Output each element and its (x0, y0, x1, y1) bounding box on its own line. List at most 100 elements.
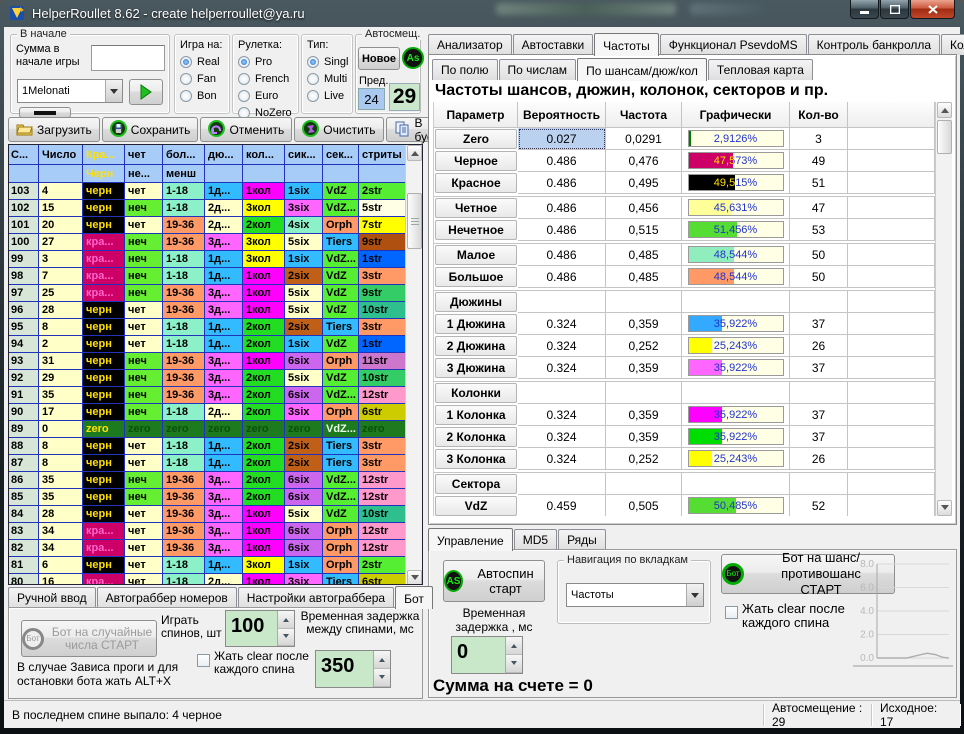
spins-header-cell[interactable]: сик... (285, 145, 323, 165)
spin-cell[interactable]: 3six (285, 200, 323, 217)
spin-cell[interactable]: 3кол (243, 234, 285, 251)
spin-cell[interactable]: 2кол (243, 217, 285, 234)
spin-cell[interactable]: кра... (83, 574, 125, 585)
spin-cell[interactable]: VdZ (323, 302, 359, 319)
freq-count-cell[interactable]: 26 (790, 448, 848, 470)
spin-cell[interactable]: кра... (83, 523, 125, 540)
spin-cell[interactable]: 2six (285, 455, 323, 472)
spin-cell[interactable]: zero (163, 421, 205, 438)
spin-cell[interactable]: 19-36 (163, 370, 205, 387)
spin-cell[interactable]: чет (125, 574, 163, 585)
radio-option-real[interactable]: Real (180, 56, 229, 68)
freq-probability-cell[interactable]: 0.324 (518, 448, 606, 470)
spin-cell[interactable]: 5str (359, 200, 407, 217)
spin-cell[interactable]: 19-36 (163, 302, 205, 319)
spin-cell[interactable]: чет (125, 506, 163, 523)
spin-cell[interactable]: неч (125, 472, 163, 489)
radio-icon[interactable] (238, 90, 250, 102)
radio-icon[interactable] (307, 56, 319, 68)
spin-cell[interactable]: 5six (285, 506, 323, 523)
freq-count-cell[interactable]: 51 (790, 172, 848, 194)
spin-cell[interactable]: черн (83, 438, 125, 455)
spin-cell[interactable]: 1six (285, 251, 323, 268)
spin-cell[interactable]: 27 (39, 234, 83, 251)
spin-cell[interactable]: 28 (39, 506, 83, 523)
spin-cell[interactable]: 10str (359, 370, 407, 387)
spin-cell[interactable]: 5six (285, 285, 323, 302)
spin-cell[interactable]: 1кол (243, 574, 285, 585)
delay-stepper[interactable]: 0 (451, 636, 523, 674)
spin-cell[interactable]: 1кол (243, 183, 285, 200)
spin-cell[interactable]: 3д... (205, 285, 243, 302)
spin-cell[interactable]: 19-36 (163, 472, 205, 489)
spin-cell[interactable]: 2кол (243, 404, 285, 421)
spin-cell[interactable]: 91 (9, 387, 39, 404)
play-button[interactable] (129, 79, 163, 105)
spin-cell[interactable]: VdZ (323, 370, 359, 387)
spin-delay-stepper[interactable]: 350 (315, 650, 391, 688)
spins-header-cell[interactable]: Кра... (83, 145, 125, 165)
freq-frequency-cell[interactable]: 0,495 (606, 172, 682, 194)
freq-probability-cell[interactable]: 0.324 (518, 313, 606, 335)
freq-frequency-cell[interactable]: 0,359 (606, 313, 682, 335)
spin-cell[interactable]: 3д... (205, 234, 243, 251)
freq-frequency-cell[interactable]: 0,359 (606, 357, 682, 379)
spin-cell[interactable]: zero (285, 421, 323, 438)
stepper-down-icon[interactable] (374, 669, 390, 687)
spin-cell[interactable]: 3д... (205, 472, 243, 489)
spins-count-stepper[interactable]: 100 (225, 610, 295, 647)
spin-cell[interactable]: 92 (9, 370, 39, 387)
spin-cell[interactable]: черн (83, 489, 125, 506)
spin-cell[interactable]: VdZ (323, 285, 359, 302)
spin-cell[interactable]: 19-36 (163, 353, 205, 370)
bottom-left-tab-3[interactable]: Настройки автограббера (238, 587, 394, 608)
control-tab-2[interactable]: MD5 (514, 529, 557, 550)
spins-header-cell[interactable]: стриты (359, 145, 407, 165)
spin-cell[interactable]: чет (125, 183, 163, 200)
spin-cell[interactable]: 3кол (243, 200, 285, 217)
spin-cell[interactable]: кра... (83, 285, 125, 302)
spin-cell[interactable]: VdZ... (323, 251, 359, 268)
spin-cell[interactable]: 3д... (205, 489, 243, 506)
freq-frequency-cell[interactable]: 0,505 (606, 495, 682, 516)
spin-cell[interactable]: 3кол (243, 557, 285, 574)
spins-header-cell[interactable] (359, 165, 407, 183)
spin-cell[interactable]: 93 (9, 353, 39, 370)
frequencies-scrollbar[interactable] (935, 102, 952, 516)
freq-param-cell[interactable]: 3 Колонка (435, 449, 517, 469)
spin-cell[interactable]: 3д... (205, 387, 243, 404)
freq-count-cell[interactable]: 37 (790, 404, 848, 426)
freq-count-cell[interactable]: 53 (790, 219, 848, 241)
spin-cell[interactable]: 3д... (205, 506, 243, 523)
spin-cell[interactable]: 84 (9, 506, 39, 523)
scrollbar-thumb[interactable] (407, 193, 422, 249)
clear-after-spin-checkbox[interactable] (725, 606, 738, 619)
spin-cell[interactable]: 1-18 (163, 200, 205, 217)
spin-cell[interactable]: zero (359, 421, 407, 438)
spin-cell[interactable]: неч (125, 268, 163, 285)
freq-param-cell[interactable]: 1 Колонка (435, 405, 517, 425)
spin-cell[interactable]: 9str (359, 285, 407, 302)
radio-option-pro[interactable]: Pro (238, 56, 298, 68)
spin-cell[interactable]: 1-18 (163, 319, 205, 336)
spin-cell[interactable]: 12str (359, 472, 407, 489)
spin-cell[interactable]: 1кол (243, 523, 285, 540)
freq-param-cell[interactable]: Красное (435, 173, 517, 193)
random-bot-start-button[interactable]: Бот Бот на случайные числа СТАРТ (21, 620, 157, 657)
spin-cell[interactable]: 1-18 (163, 455, 205, 472)
spin-cell[interactable]: 85 (9, 489, 39, 506)
spin-cell[interactable]: 12str (359, 489, 407, 506)
spin-cell[interactable]: Orph (323, 523, 359, 540)
tab-1[interactable]: Анализатор (428, 34, 512, 55)
spin-cell[interactable]: 12str (359, 540, 407, 557)
spin-cell[interactable]: неч (125, 353, 163, 370)
spin-cell[interactable]: 35 (39, 387, 83, 404)
radio-icon[interactable] (180, 73, 192, 85)
subtab-4[interactable]: Тепловая карта (708, 59, 813, 80)
spin-cell[interactable]: 6six (285, 489, 323, 506)
freq-count-cell[interactable]: 52 (790, 495, 848, 516)
spin-cell[interactable]: 9str (359, 234, 407, 251)
clear-after-spin-checkbox[interactable] (197, 654, 210, 667)
spin-cell[interactable]: 7 (39, 268, 83, 285)
freq-param-cell[interactable]: Четное (435, 198, 517, 218)
